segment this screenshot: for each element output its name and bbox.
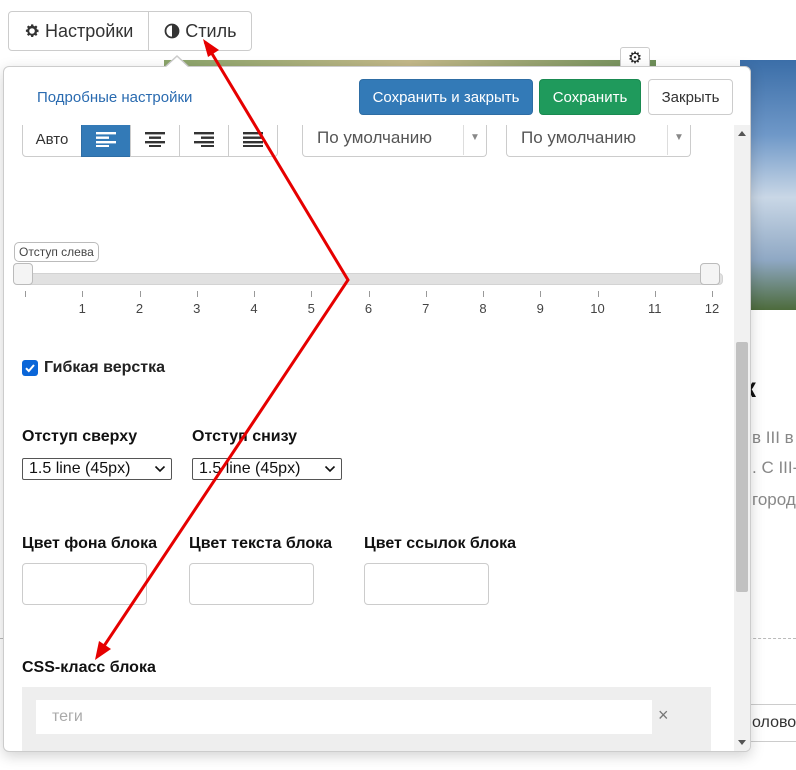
slider-tick bbox=[82, 291, 84, 297]
popover-caret-inner bbox=[165, 57, 189, 68]
padding-top-value: 1.5 line (45px) bbox=[29, 460, 131, 477]
flex-layout-row: Гибкая верстка bbox=[22, 359, 165, 377]
slider-tick bbox=[139, 291, 141, 297]
slider-tick bbox=[196, 291, 198, 297]
slider-tick-label: 3 bbox=[193, 301, 201, 316]
flex-layout-label: Гибкая верстка bbox=[44, 359, 166, 376]
slider-tick bbox=[483, 291, 484, 297]
slider-tick-label: 12 bbox=[704, 301, 720, 316]
slider-tick-label: 1 bbox=[78, 301, 86, 316]
scrollbar-thumb[interactable] bbox=[736, 342, 748, 592]
bg-color-label: Цвет фона блока bbox=[22, 535, 157, 552]
align-center-icon bbox=[145, 132, 165, 147]
tab-settings[interactable]: Настройки bbox=[8, 11, 150, 51]
editor-tabs: Настройки Стиль bbox=[8, 11, 253, 51]
slider-tick bbox=[25, 291, 26, 297]
background-text-line: город bbox=[752, 490, 796, 509]
slider-tick-label: 4 bbox=[250, 301, 258, 316]
chevron-down-icon bbox=[324, 465, 336, 473]
save-and-close-button[interactable]: Сохранить и закрыть bbox=[359, 79, 533, 115]
slider-tick bbox=[540, 291, 542, 297]
align-auto-button[interactable]: Авто bbox=[22, 125, 82, 157]
text-color-label: Цвет текста блока bbox=[189, 535, 333, 552]
tab-settings-label: Настройки bbox=[45, 20, 134, 41]
css-class-label: CSS-класс блока bbox=[22, 659, 156, 676]
align-left-icon bbox=[96, 132, 116, 147]
close-button[interactable]: Закрыть bbox=[648, 79, 733, 115]
align-justify-button[interactable] bbox=[228, 125, 278, 157]
chevron-down-icon: ▼ bbox=[463, 125, 486, 155]
slider-tick-label: 6 bbox=[364, 301, 373, 316]
slider-tick bbox=[368, 291, 370, 297]
contrast-icon bbox=[164, 23, 180, 39]
link-color-label: Цвет ссылок блока bbox=[364, 535, 517, 552]
indent-slider-handle-start[interactable] bbox=[13, 263, 33, 285]
slider-tick bbox=[425, 291, 427, 297]
slider-tick bbox=[654, 291, 656, 297]
padding-top-select[interactable]: 1.5 line (45px) bbox=[22, 458, 172, 480]
slider-tick-label: 10 bbox=[590, 301, 605, 316]
text-color-input[interactable] bbox=[189, 563, 314, 605]
slider-tick bbox=[254, 291, 255, 297]
padding-top-label: Отступ сверху bbox=[22, 428, 138, 445]
gear-icon bbox=[25, 24, 39, 37]
bg-color-input[interactable] bbox=[22, 563, 147, 605]
slider-tick-label: 2 bbox=[135, 301, 144, 316]
align-justify-icon bbox=[243, 132, 263, 147]
slider-tick-label: 8 bbox=[479, 301, 487, 316]
tab-style[interactable]: Стиль bbox=[149, 11, 253, 51]
background-input[interactable]: оловок bbox=[745, 704, 796, 742]
indent-slider-handle-end[interactable] bbox=[700, 263, 720, 285]
padding-bottom-value: 1.5 line (45px) bbox=[199, 460, 301, 477]
style-popover: Подробные настройки Сохранить и закрыть … bbox=[3, 66, 751, 752]
align-center-button[interactable] bbox=[130, 125, 180, 157]
popover-header: Подробные настройки Сохранить и закрыть … bbox=[4, 67, 750, 125]
background-text-line: . С III- bbox=[752, 458, 796, 477]
tab-style-label: Стиль bbox=[185, 20, 237, 41]
font-select-two-value: По умолчанию bbox=[521, 128, 636, 147]
scroll-up-icon[interactable] bbox=[738, 131, 746, 136]
chevron-down-icon bbox=[154, 465, 166, 473]
slider-tick-label: 11 bbox=[648, 301, 662, 316]
slider-tick bbox=[597, 291, 599, 297]
popover-scrollbar[interactable] bbox=[734, 125, 750, 751]
slider-tick bbox=[712, 291, 713, 297]
chevron-down-icon: ▼ bbox=[667, 125, 690, 155]
slider-tick-label: 5 bbox=[307, 301, 315, 316]
slider-tick-label: 7 bbox=[422, 301, 430, 316]
css-class-tags-box: теги × bbox=[22, 687, 711, 751]
flex-layout-checkbox[interactable] bbox=[22, 360, 38, 376]
link-color-input[interactable] bbox=[364, 563, 489, 605]
align-left-button[interactable] bbox=[81, 125, 131, 157]
slider-tick-label: 9 bbox=[536, 301, 544, 316]
save-button[interactable]: Сохранить bbox=[539, 79, 641, 115]
align-right-icon bbox=[194, 132, 214, 147]
clear-icon[interactable]: × bbox=[658, 705, 669, 726]
text-align-group: Авто bbox=[22, 125, 278, 157]
font-select-one-value: По умолчанию bbox=[317, 128, 432, 147]
font-select-one[interactable]: По умолчанию ▼ bbox=[302, 125, 487, 157]
css-class-input[interactable]: теги bbox=[36, 700, 652, 734]
indent-slider-track[interactable] bbox=[23, 273, 723, 285]
check-icon bbox=[25, 364, 35, 373]
popover-content: Авто По умолчанию ▼ По умолчанию ▼ Отсту… bbox=[4, 125, 734, 751]
background-text-line: в III в bbox=[752, 428, 794, 447]
align-right-button[interactable] bbox=[179, 125, 229, 157]
padding-bottom-select[interactable]: 1.5 line (45px) bbox=[192, 458, 342, 480]
scroll-down-icon[interactable] bbox=[738, 740, 746, 745]
advanced-settings-link[interactable]: Подробные настройки bbox=[37, 89, 192, 106]
padding-bottom-label: Отступ снизу bbox=[192, 428, 298, 445]
slider-label: Отступ слева bbox=[14, 242, 99, 262]
font-select-two[interactable]: По умолчанию ▼ bbox=[506, 125, 691, 157]
slider-tick bbox=[311, 291, 313, 297]
